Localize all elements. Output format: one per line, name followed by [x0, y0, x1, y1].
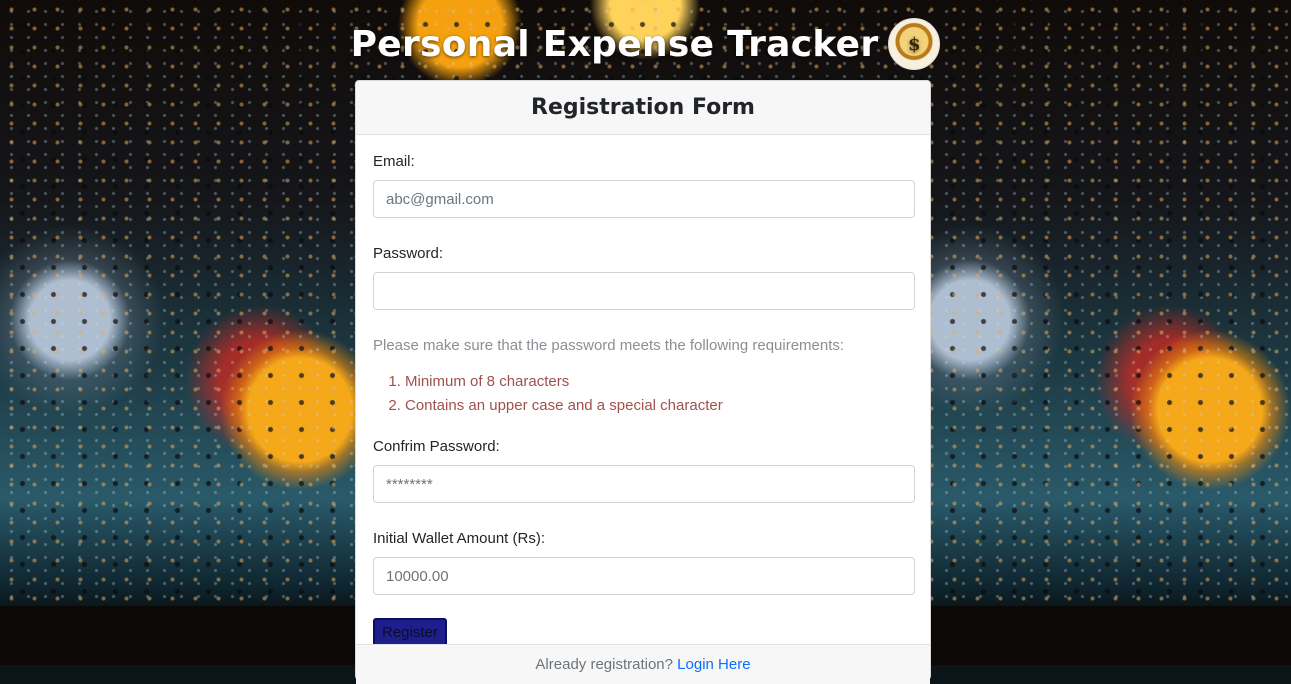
- registration-form: Email: Password: Please make sure that t…: [356, 135, 930, 648]
- money-bag-icon: $: [888, 18, 941, 70]
- email-label: Email:: [373, 153, 415, 170]
- confirm-password-label: Confrim Password:: [373, 438, 500, 455]
- requirement-item: Minimum of 8 characters: [405, 370, 913, 394]
- wallet-amount-label: Initial Wallet Amount (Rs):: [373, 530, 545, 547]
- password-label: Password:: [373, 245, 444, 262]
- logo-glyph: $: [908, 33, 921, 55]
- register-button[interactable]: Register: [373, 617, 447, 648]
- password-field[interactable]: [373, 272, 915, 310]
- card-footer: Already registration? Login Here: [356, 644, 930, 684]
- page-title-text: Personal Expense Tracker: [350, 23, 879, 65]
- requirement-item: Contains an upper case and a special cha…: [405, 394, 913, 418]
- registration-card: Registration Form Email: Password: Pleas…: [355, 80, 931, 684]
- form-title: Registration Form: [356, 81, 930, 135]
- confirm-password-field[interactable]: [373, 465, 915, 503]
- email-field[interactable]: [373, 180, 915, 218]
- wallet-amount-field[interactable]: [373, 557, 915, 595]
- password-requirements-list: Minimum of 8 characters Contains an uppe…: [373, 370, 913, 418]
- password-requirements-intro: Please make sure that the password meets…: [373, 337, 845, 354]
- page-title: Personal Expense Tracker $: [0, 18, 1291, 70]
